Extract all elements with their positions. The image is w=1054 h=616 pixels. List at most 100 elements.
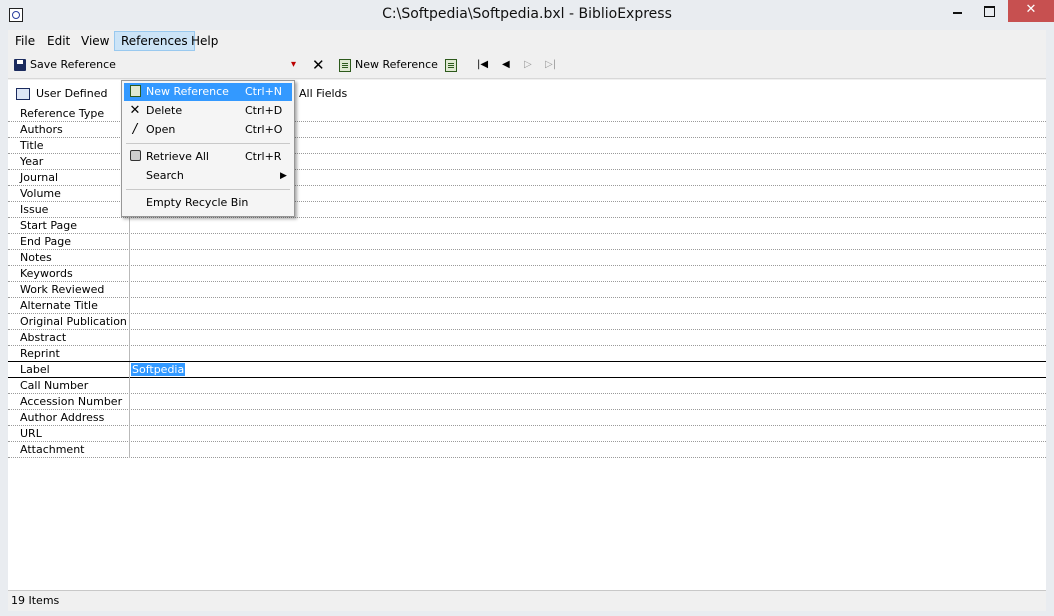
- menu-item-label: Retrieve All: [146, 150, 209, 163]
- column-divider: [129, 362, 130, 378]
- table-row[interactable]: Attachment: [8, 442, 1046, 458]
- field-label: Title: [20, 139, 44, 152]
- field-label: Alternate Title: [20, 299, 98, 312]
- submenu-arrow-icon: ▶: [280, 171, 287, 181]
- menu-separator: [126, 143, 290, 144]
- field-label: Keywords: [20, 267, 73, 280]
- menu-view[interactable]: View: [75, 32, 115, 50]
- menu-item-label: Empty Recycle Bin: [146, 196, 249, 209]
- table-row[interactable]: Work Reviewed: [8, 282, 1046, 298]
- table-row[interactable]: Abstract: [8, 330, 1046, 346]
- next-record-icon[interactable]: ▷: [524, 55, 532, 75]
- close-icon: ✕: [1025, 2, 1037, 17]
- column-divider: [129, 330, 130, 346]
- field-label: Attachment: [20, 443, 85, 456]
- new-reference-button[interactable]: New Reference: [339, 55, 438, 75]
- status-bar: 19 Items: [8, 590, 1046, 611]
- field-label: Reference Type: [20, 107, 105, 120]
- field-label: Start Page: [20, 219, 77, 232]
- field-label: Call Number: [20, 379, 89, 392]
- field-label: Volume: [20, 187, 61, 200]
- table-row[interactable]: Original Publication: [8, 314, 1046, 330]
- field-label: Authors: [20, 123, 63, 136]
- table-row[interactable]: Call Number: [8, 378, 1046, 394]
- column-divider: [129, 266, 130, 282]
- new-reference-label: New Reference: [355, 58, 438, 71]
- menu-help[interactable]: Help: [185, 32, 224, 50]
- field-label: Year: [20, 155, 44, 168]
- field-label: URL: [20, 427, 42, 440]
- column-divider: [129, 346, 130, 362]
- menu-file[interactable]: File: [9, 32, 41, 50]
- column-divider: [129, 218, 130, 234]
- field-label: Author Address: [20, 411, 105, 424]
- table-row[interactable]: Author Address: [8, 410, 1046, 426]
- field-value-selected[interactable]: Softpedia: [131, 363, 186, 376]
- menu-new-reference[interactable]: New Reference Ctrl+N: [124, 83, 292, 101]
- field-label: Issue: [20, 203, 49, 216]
- previous-record-icon[interactable]: ◀: [502, 55, 510, 75]
- tab-user-defined[interactable]: User Defined: [16, 85, 107, 103]
- pencil-icon: /: [132, 122, 138, 137]
- menu-edit[interactable]: Edit: [41, 32, 76, 50]
- window-title: C:\Softpedia\Softpedia.bxl - BiblioExpre…: [382, 6, 672, 22]
- menu-item-shortcut: Ctrl+O: [245, 123, 283, 136]
- menu-item-label: Open: [146, 123, 176, 136]
- retrieve-glyph-icon: [445, 58, 457, 72]
- menu-separator: [126, 189, 290, 190]
- table-row[interactable]: URL: [8, 426, 1046, 442]
- menu-item-shortcut: Ctrl+D: [245, 104, 283, 117]
- maximize-button[interactable]: [972, 0, 1006, 22]
- field-label: Work Reviewed: [20, 283, 105, 296]
- table-row[interactable]: End Page: [8, 234, 1046, 250]
- menu-references[interactable]: References: [114, 31, 195, 51]
- menu-empty-recycle-bin[interactable]: Empty Recycle Bin: [124, 194, 292, 212]
- column-divider: [129, 298, 130, 314]
- table-row[interactable]: Keywords: [8, 266, 1046, 282]
- column-divider: [129, 426, 130, 442]
- title-bar: C:\Softpedia\Softpedia.bxl - BiblioExpre…: [0, 0, 1054, 30]
- minimize-button[interactable]: [940, 0, 974, 22]
- table-row[interactable]: Alternate Title: [8, 298, 1046, 314]
- save-icon: [14, 59, 26, 71]
- column-divider: [129, 394, 130, 410]
- first-record-icon[interactable]: |◀: [477, 55, 488, 75]
- column-divider: [129, 282, 130, 298]
- table-row[interactable]: Notes: [8, 250, 1046, 266]
- menu-retrieve-all[interactable]: Retrieve All Ctrl+R: [124, 148, 292, 166]
- field-label: Abstract: [20, 331, 67, 344]
- column-divider: [129, 378, 130, 394]
- menu-search[interactable]: Search ▶: [124, 167, 292, 185]
- table-row[interactable]: Start Page: [8, 218, 1046, 234]
- menu-item-label: Search: [146, 169, 184, 182]
- flag-icon[interactable]: ▾: [291, 55, 296, 75]
- menu-bar: File Edit View References Help: [8, 30, 1046, 51]
- save-reference-label: Save Reference: [30, 58, 116, 71]
- table-row[interactable]: Accession Number: [8, 394, 1046, 410]
- column-divider: [129, 442, 130, 458]
- user-defined-icon: [16, 88, 30, 100]
- tab-all-fields-label: All Fields: [299, 87, 348, 100]
- field-label: End Page: [20, 235, 72, 248]
- delete-icon[interactable]: ✕: [312, 55, 325, 75]
- field-label: Original Publication: [20, 315, 127, 328]
- status-item-count: 19 Items: [11, 594, 60, 607]
- table-row[interactable]: Reprint: [8, 346, 1046, 362]
- menu-item-shortcut: Ctrl+N: [245, 85, 283, 98]
- menu-item-shortcut: Ctrl+R: [245, 150, 282, 163]
- maximize-icon: [983, 6, 995, 17]
- references-menu: New Reference Ctrl+N ✕ Delete Ctrl+D / O…: [121, 80, 295, 217]
- last-record-icon[interactable]: ▷|: [545, 55, 556, 75]
- save-reference-button[interactable]: Save Reference: [14, 55, 116, 75]
- retrieve-icon[interactable]: [445, 55, 461, 75]
- menu-item-label: New Reference: [146, 85, 229, 98]
- column-divider: [129, 250, 130, 266]
- close-button[interactable]: ✕: [1008, 0, 1054, 22]
- menu-delete[interactable]: ✕ Delete Ctrl+D: [124, 102, 292, 120]
- table-row-selected[interactable]: Label Softpedia: [8, 361, 1046, 378]
- new-reference-icon: [128, 85, 142, 99]
- toolbar: Save Reference ▾ ✕ New Reference |◀ ◀ ▷ …: [8, 52, 1046, 79]
- column-divider: [129, 234, 130, 250]
- menu-open[interactable]: / Open Ctrl+O: [124, 121, 292, 139]
- field-label: Reprint: [20, 347, 60, 360]
